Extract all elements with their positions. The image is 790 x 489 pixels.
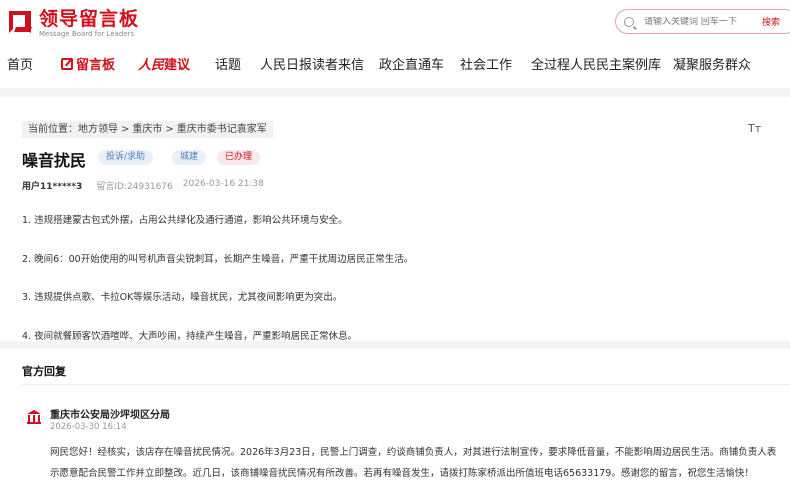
site-logo[interactable]: 领导留言板 Message Board for Leaders <box>9 9 139 38</box>
nav-social-work[interactable]: 社会工作 <box>460 54 512 73</box>
search-button[interactable]: 搜索 <box>762 15 780 28</box>
status-badge: 已办理 <box>217 150 261 165</box>
message-domain-tag: 城建 <box>172 150 207 165</box>
breadcrumb-separator: > <box>165 124 174 135</box>
nav-democracy-cases[interactable]: 全过程人民民主案例库 <box>531 54 661 73</box>
government-building-icon <box>27 410 41 424</box>
search-icon <box>624 16 634 27</box>
breadcrumb: 当前位置：地方领导 > 重庆市 > 重庆市委书记袁家军 <box>22 121 273 138</box>
nav-gov-express[interactable]: 政企直通车 <box>379 54 444 73</box>
reply-text: 网民您好！经核实，该店存在噪音扰民情况。2026年3月23日，民警上门调查，约谈… <box>50 447 777 479</box>
message-time: 2026-03-16 21:38 <box>182 179 264 189</box>
nav-message-board[interactable]: 留言板 <box>61 54 115 73</box>
breadcrumb-local-leaders[interactable]: 地方领导 <box>78 124 118 135</box>
section-divider <box>0 341 790 349</box>
nav-suggestion-label: 建议 <box>164 58 191 73</box>
message-paragraph: 3. 违规提供点歌、卡拉OK等娱乐活动，噪音扰民，尤其夜间影响更为突出。 <box>22 292 343 303</box>
site-header: 领导留言板 Message Board for Leaders 搜索 首页 留言… <box>0 0 790 88</box>
message-paragraph: 2. 晚间6：00开始使用的叫号机声音尖锐刺耳，长期产生噪音，严重干扰周边居民正… <box>22 253 414 265</box>
nav-message-board-label: 留言板 <box>76 58 116 73</box>
logo-mark-icon <box>9 10 35 37</box>
breadcrumb-prefix: 当前位置： <box>28 124 78 135</box>
search-box: 搜索 <box>615 9 790 34</box>
nav-topics[interactable]: 话题 <box>215 54 241 73</box>
breadcrumb-separator: > <box>121 124 130 135</box>
message-title: 噪音扰民 <box>22 151 87 170</box>
search-input[interactable] <box>644 16 754 27</box>
logo-title: 领导留言板 <box>39 8 140 30</box>
message-user: 用户11*****3 <box>22 182 83 192</box>
message-type-tag: 投诉/求助 <box>98 150 154 165</box>
reply-divider <box>22 384 790 385</box>
pen-icon <box>61 58 73 70</box>
message-card: 当前位置：地方领导 > 重庆市 > 重庆市委书记袁家军 Tт 噪音扰民 投诉/求助 城建… <box>0 97 790 489</box>
reply-org-name: 重庆市公安局沙坪坝区分局 <box>50 410 170 421</box>
message-id: 留言ID:24931676 <box>96 182 173 192</box>
logo-subtitle: Message Board for Leaders <box>39 30 135 38</box>
nav-people-suggestion[interactable]: 人民建议 <box>138 54 190 73</box>
renmin-logo: 人民 <box>138 58 165 73</box>
official-reply-heading: 官方回复 <box>22 365 66 378</box>
nav-readers-letters[interactable]: 人民日报读者来信 <box>260 54 364 73</box>
message-meta: 用户11*****3 留言ID:24931676 2026-03-16 21:3… <box>22 179 264 192</box>
breadcrumb-secretary[interactable]: 重庆市委书记袁家军 <box>177 124 267 135</box>
breadcrumb-chongqing[interactable]: 重庆市 <box>132 124 162 135</box>
nav-home[interactable]: 首页 <box>7 54 33 73</box>
reply-time: 2026-03-30 16:14 <box>50 422 127 432</box>
nav-serve-masses[interactable]: 凝聚服务群众 <box>673 54 751 73</box>
font-size-icon[interactable]: Tт <box>748 122 761 135</box>
message-paragraph: 1. 违规搭建蒙古包式外摆，占用公共绿化及通行通道，影响公共环境与安全。 <box>22 215 348 226</box>
